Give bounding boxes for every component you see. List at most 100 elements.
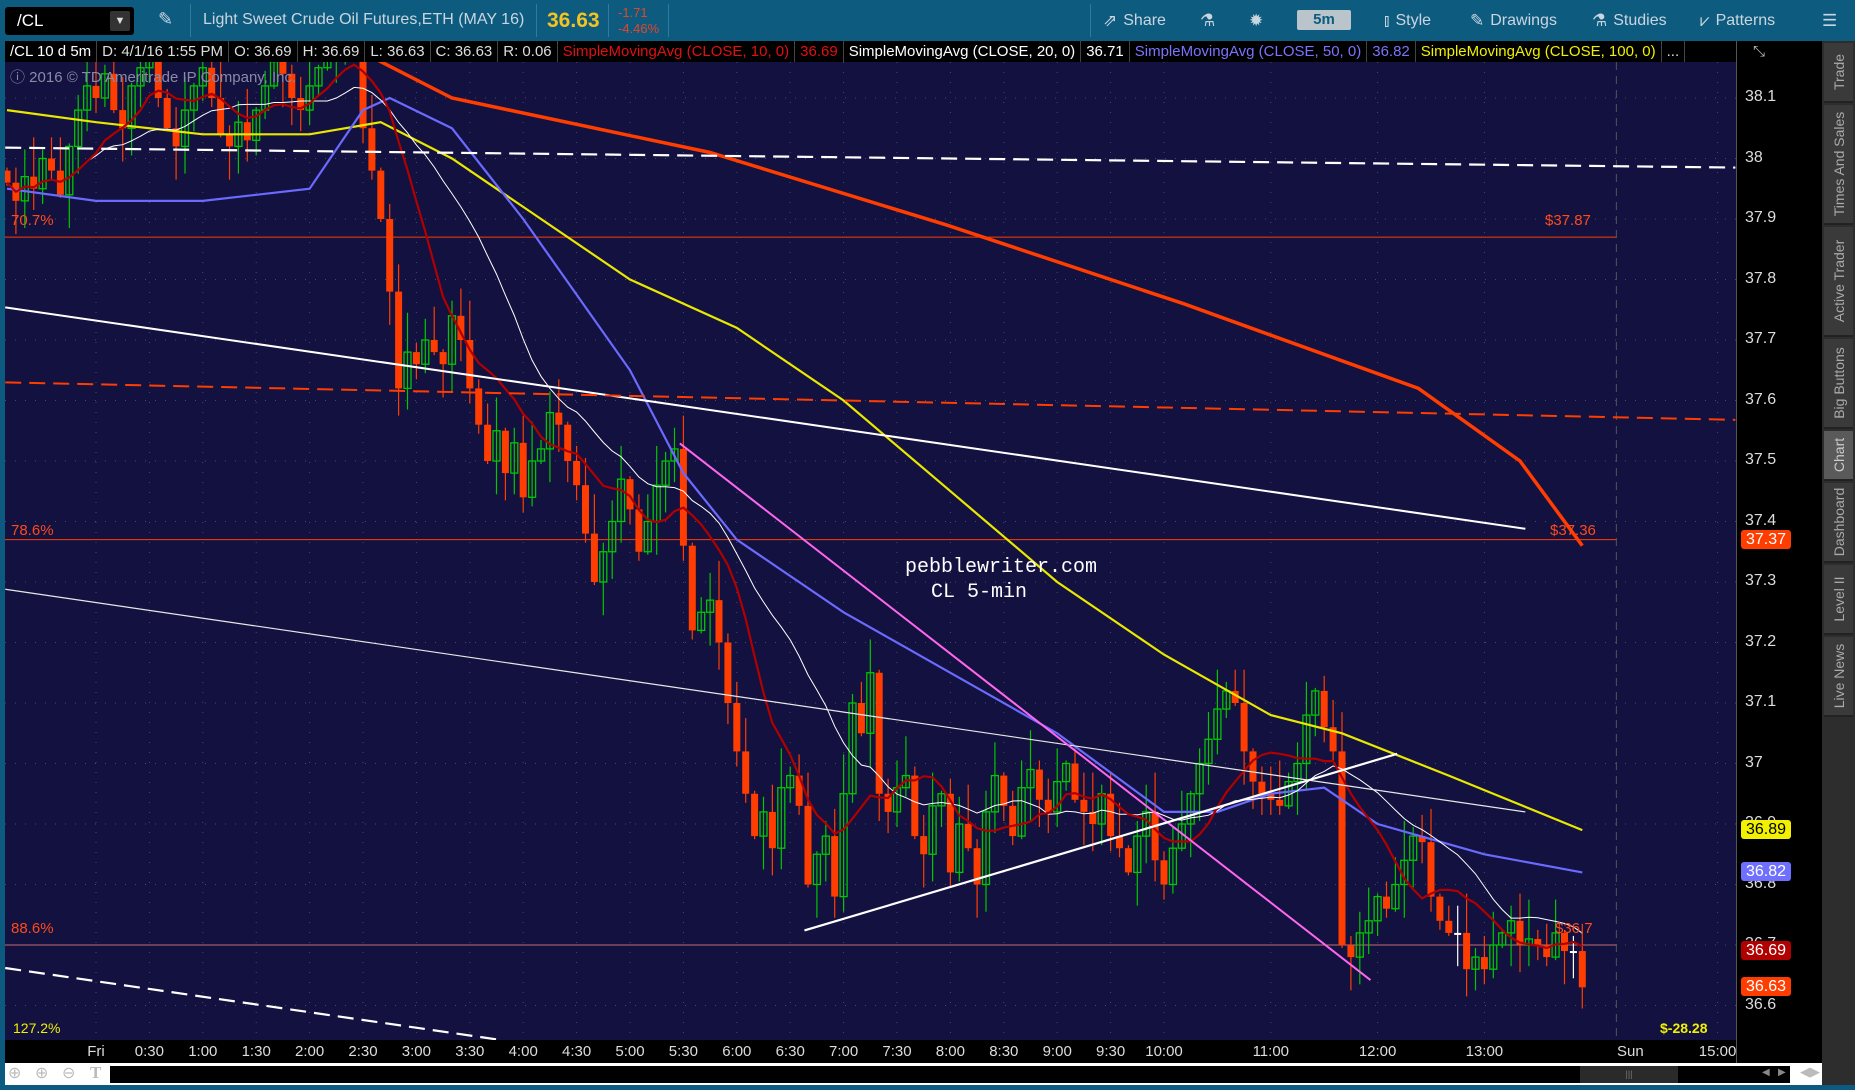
- candle: [510, 427, 519, 495]
- candle: [484, 403, 492, 465]
- candle: [990, 742, 1000, 834]
- crosshair-icon[interactable]: ⊕: [8, 1063, 21, 1083]
- study-sma100[interactable]: SimpleMovingAvg (CLOSE, 100, 0): [1416, 41, 1662, 62]
- candle-body: [679, 448, 687, 546]
- candle-body: [377, 170, 385, 219]
- share-button[interactable]: ⇗ Share: [1103, 8, 1166, 34]
- candle: [377, 167, 385, 223]
- candle: [314, 64, 323, 95]
- price-axis[interactable]: ⤡ 38.1 38 37.9 37.8 37.7 37.6 37.5 37.4 37.3 37.2…: [1736, 41, 1822, 1063]
- white-dashed-top-line: [5, 146, 1736, 169]
- settings-button[interactable]: ✹: [1249, 8, 1263, 34]
- chart-plot-area[interactable]: ⓘ 2016 © TD Ameritrade IP Company, Inc. …: [5, 62, 1736, 1040]
- time-tick-label: 12:00: [1358, 1043, 1397, 1060]
- candle: [804, 772, 812, 888]
- side-tab-level-ii[interactable]: Level II: [1824, 565, 1853, 635]
- candle: [768, 784, 776, 876]
- fib-label-78-6: 78.6%: [11, 522, 54, 539]
- text-tool-icon[interactable]: T: [90, 1063, 101, 1083]
- timeframe-button[interactable]: 5m: [1297, 10, 1351, 30]
- fib-price-37-36: $37.36: [1550, 522, 1596, 539]
- price-badge: 36.63: [1741, 977, 1791, 997]
- candle-body: [920, 836, 928, 855]
- candle: [344, 62, 346, 65]
- side-tab-times-and-sales[interactable]: Times And Sales: [1824, 105, 1853, 225]
- candle: [1561, 929, 1568, 985]
- side-tab-chart[interactable]: Chart: [1824, 431, 1853, 481]
- candle-body: [564, 424, 572, 461]
- candle: [831, 808, 839, 918]
- style-button[interactable]: ⫾ Style: [1384, 8, 1431, 34]
- study-sma10-value: 36.69: [795, 41, 844, 62]
- candle-body: [573, 461, 581, 486]
- side-tab-trade[interactable]: Trade: [1824, 43, 1853, 103]
- time-tick-label: 0:30: [134, 1043, 164, 1060]
- candle-body: [1276, 799, 1284, 806]
- close-readout: C: 36.63: [431, 41, 499, 62]
- scroll-right-icon[interactable]: ▶: [1778, 1067, 1786, 1078]
- candle: [688, 542, 696, 640]
- side-tab-live-news[interactable]: Live News: [1824, 637, 1853, 717]
- scroll-left-icon[interactable]: ◀: [1762, 1067, 1770, 1078]
- side-tab-dashboard[interactable]: Dashboard: [1824, 483, 1853, 563]
- candle: [119, 76, 127, 162]
- price-tick-label: 37: [1745, 753, 1763, 771]
- candle: [724, 633, 732, 725]
- candle: [430, 306, 438, 356]
- patterns-button[interactable]: ⩗ Patterns: [1700, 8, 1775, 34]
- high-readout: H: 36.69: [298, 41, 366, 62]
- gear-icon: ✹: [1249, 11, 1264, 30]
- horizontal-scrollbar[interactable]: ||| ◀ ▶: [110, 1066, 1790, 1083]
- study-sma50[interactable]: SimpleMovingAvg (CLOSE, 50, 0): [1130, 41, 1368, 62]
- candle: [742, 718, 750, 803]
- candle: [439, 349, 447, 398]
- price-badge: 37.37: [1741, 529, 1791, 549]
- chevron-down-icon[interactable]: ▼: [110, 11, 130, 31]
- candle: [1463, 893, 1471, 997]
- paperclip-icon[interactable]: ✎: [158, 9, 173, 30]
- pan-arrows-icon[interactable]: ◀▶: [1800, 1064, 1820, 1080]
- time-tick-label: 13:00: [1465, 1043, 1504, 1060]
- candle-body: [1000, 775, 1008, 806]
- candle: [928, 772, 937, 882]
- drawings-button[interactable]: ✎ Drawings: [1470, 8, 1557, 34]
- symbol-selector[interactable]: /CL ▼: [5, 7, 134, 35]
- fib-label-70-7: 70.7%: [11, 212, 54, 229]
- zoom-in-icon[interactable]: ⊕: [35, 1063, 48, 1083]
- zoom-out-icon[interactable]: ⊖: [62, 1063, 75, 1083]
- candle-body: [1080, 799, 1088, 812]
- candle-body: [1035, 769, 1043, 800]
- time-tick-label: 3:00: [401, 1043, 431, 1060]
- bottom-value-label: $-28.28: [1660, 1020, 1708, 1036]
- time-axis[interactable]: Fri 0:30 1:00 1:30 2:00 2:30 3:00 3:30 4:00 4:30 5…: [5, 1040, 1736, 1063]
- fit-chart-icon[interactable]: ⤡: [1753, 43, 1765, 60]
- time-tick-label: 6:30: [775, 1043, 805, 1060]
- study-sma10[interactable]: SimpleMovingAvg (CLOSE, 10, 0): [558, 41, 796, 62]
- candle-body: [964, 824, 972, 849]
- candle-body: [1445, 920, 1453, 933]
- more-studies[interactable]: ...: [1662, 41, 1686, 62]
- chart-settings[interactable]: /CL 10 d 5m: [5, 41, 98, 62]
- candle: [1080, 772, 1088, 846]
- candle: [1454, 905, 1462, 967]
- side-tab-label: Chart: [1830, 437, 1847, 473]
- studies-button[interactable]: ⚗ Studies: [1592, 8, 1667, 34]
- flask-button[interactable]: ⚗: [1200, 8, 1215, 34]
- white-dashed-bottom-line: [5, 966, 497, 1040]
- side-tab-big-buttons[interactable]: Big Buttons: [1824, 339, 1853, 429]
- scrollbar-thumb[interactable]: |||: [1580, 1066, 1678, 1083]
- sma20-line: [6, 86, 1583, 934]
- divider: [1090, 4, 1091, 37]
- candle-body: [48, 158, 55, 171]
- menu-button[interactable]: ☰: [1822, 8, 1837, 34]
- orange-dashed-line: [5, 381, 1736, 421]
- side-tab-active-trader[interactable]: Active Trader: [1824, 227, 1853, 337]
- study-sma20[interactable]: SimpleMovingAvg (CLOSE, 20, 0): [844, 41, 1082, 62]
- candle-body: [430, 340, 438, 353]
- range-readout: R: 0.06: [498, 41, 558, 62]
- price-chart[interactable]: [5, 62, 1736, 1040]
- patterns-label: Patterns: [1715, 12, 1776, 29]
- candle: [616, 445, 626, 543]
- time-tick-label: 10:00: [1145, 1043, 1183, 1060]
- candle-body: [1009, 805, 1017, 837]
